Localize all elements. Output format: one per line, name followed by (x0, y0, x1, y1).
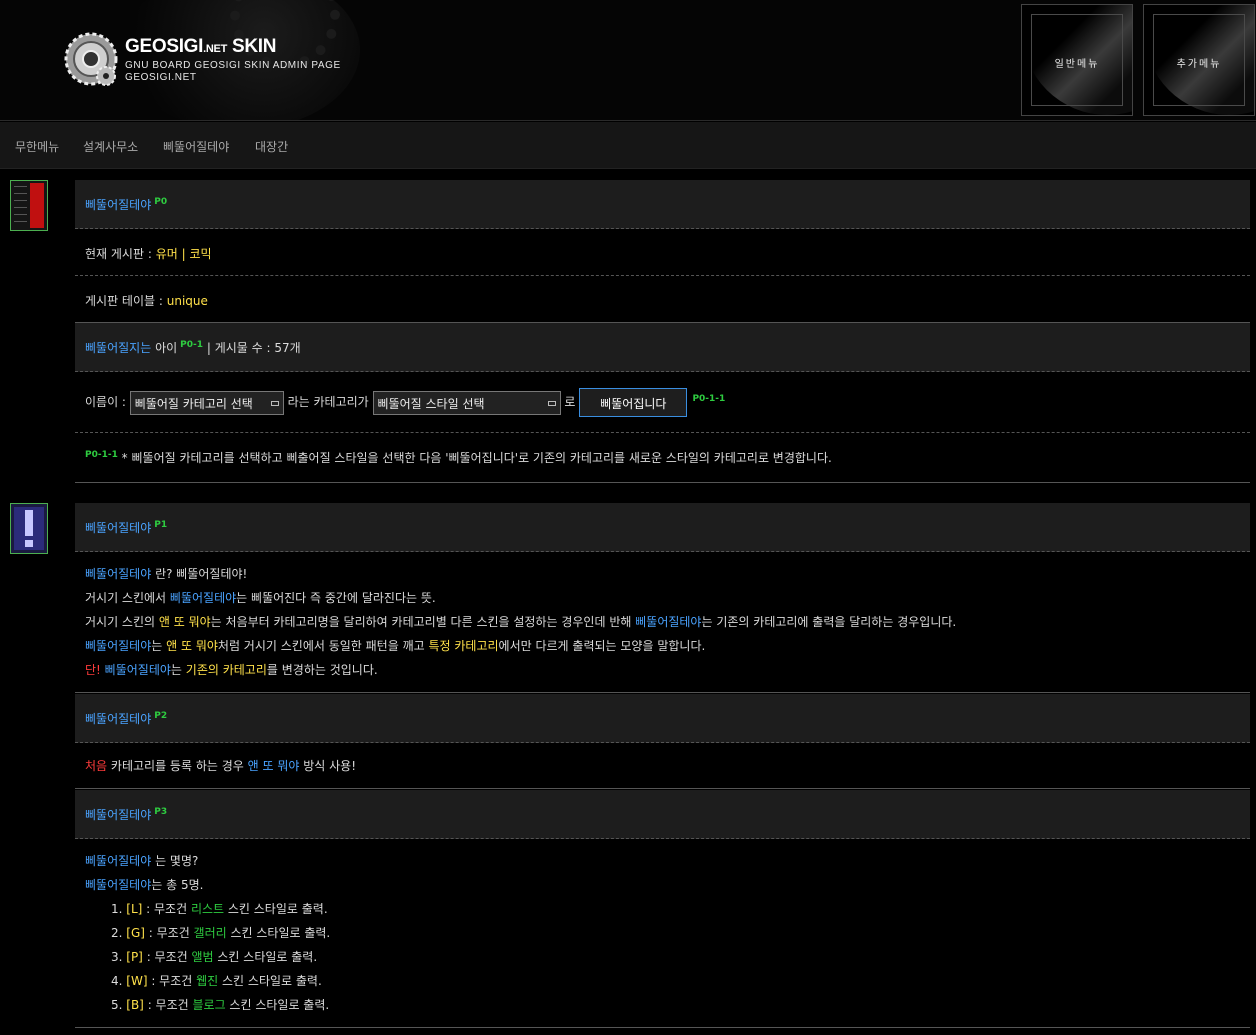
general-menu-button[interactable]: 일반메뉴 (1021, 4, 1133, 116)
style-select[interactable]: 삐뚤어질 스타일 선택 (372, 390, 561, 415)
section-red-bars-icon (10, 180, 48, 231)
form-badge: P0-1-1 (692, 394, 726, 404)
section-p2-header: 삐뚤어질테야 P2 (75, 694, 1250, 743)
p1-line-5: 단! 삐뚤어질테야는 기존의 카테고리를 변경하는 것입니다. (85, 663, 378, 677)
section-p1-header: 삐뚤어질테야 P1 (75, 503, 1250, 552)
crooked-kids-label: 삐뚤어질지는 (85, 341, 152, 355)
main-nav: 무한메뉴 설계사무소 삐뚤어질테야 대장간 (0, 122, 1256, 169)
section-p1-badge: P1 (154, 520, 168, 530)
help-row: P0-1-1 * 삐뚤어질 카테고리를 선택하고 삐출어질 스타일을 선택한 다… (75, 433, 1250, 483)
section-p0-header: 삐뚤어질테야 P0 (75, 180, 1250, 229)
post-count-header: 삐뚤어질지는 아이 P0-1 | 게시물 수 : 57개 (75, 323, 1250, 372)
section-p0: 삐뚤어질테야 P0 현재 게시판 : 유머 | 코믹 게시판 테이블 : uniq… (75, 180, 1250, 483)
section-p0-badge: P0 (154, 197, 168, 207)
post-count-badge: P0-1 (180, 340, 204, 350)
section-p0-title: 삐뚤어질테야 (85, 198, 152, 212)
section-p3-badge: P3 (154, 807, 168, 817)
skin-style-list: 1. [L] : 무조건 리스트 스킨 스타일로 출력. 2. [G] : 무조… (85, 897, 1240, 1017)
section-p2-body: 처음 카테고리를 등록 하는 경우 앤 또 뭐야 방식 사용! (75, 743, 1250, 789)
site-header: GEOSIGI.NET SKIN GNU BOARD GEOSIGI SKIN … (0, 0, 1256, 121)
crooked-submit-button[interactable]: 삐뚤어집니다 (579, 388, 688, 417)
post-count: | 게시물 수 : 57개 (203, 341, 301, 355)
help-text: * 삐뚤어질 카테고리를 선택하고 삐출어질 스타일을 선택한 다음 '삐뚤어집… (117, 451, 832, 465)
chevron-down-icon (547, 400, 556, 406)
section-p3-title: 삐뚤어질테야 (85, 808, 152, 822)
p3-line-1: 삐뚤어질테야 는 몇명? (85, 854, 199, 868)
nav-item-crooked[interactable]: 삐뚤어질테야 (163, 138, 229, 155)
board-table-value: unique (166, 294, 208, 308)
list-item: 2. [G] : 무조건 갤러리 스킨 스타일로 출력. (111, 926, 331, 940)
section-p1: 삐뚤어질테야 P1 삐뚤어질테야 란? 삐뚤어질테야! 거시기 스킨에서 삐뚤어질… (75, 503, 1250, 693)
brand-site: GEOSIGI.NET (125, 72, 197, 83)
p1-line-3: 거시기 스킨의 앤 또 뭐야는 처음부터 카테고리명을 달리하여 카테고리별 다… (85, 615, 957, 629)
section-p1-body: 삐뚤어질테야 란? 삐뚤어질테야! 거시기 스킨에서 삐뚤어질테야는 삐뚤어진다… (75, 552, 1250, 693)
general-menu-label: 일반메뉴 (1054, 59, 1100, 70)
section-p1-title: 삐뚤어질테야 (85, 521, 152, 535)
chevron-down-icon (270, 400, 279, 406)
brand-subtitle: GNU BOARD GEOSIGI SKIN ADMIN PAGE (125, 60, 341, 71)
extra-menu-label: 추가메뉴 (1176, 59, 1222, 70)
section-p2-title: 삐뚤어질테야 (85, 712, 152, 726)
nav-item-design-office[interactable]: 설계사무소 (83, 138, 138, 155)
nav-item-infinite-menu[interactable]: 무한메뉴 (15, 138, 59, 155)
extra-menu-button[interactable]: 추가메뉴 (1143, 4, 1255, 116)
crooked-form-row: 이름이 : 삐뚤어질 카테고리 선택 라는 카테고리가 삐뚤어질 스타일 선택 … (75, 372, 1250, 433)
name-label: 이름이 : (85, 395, 130, 409)
list-item: 5. [B] : 무조건 블로그 스킨 스타일로 출력. (111, 998, 330, 1012)
help-badge: P0-1-1 (85, 450, 118, 460)
p1-line-4: 삐뚤어질테야는 앤 또 뭐야처럼 거시기 스킨에서 동일한 패턴을 깨고 특정 … (85, 639, 706, 653)
category-mid-label: 라는 카테고리가 (283, 395, 373, 409)
list-item: 4. [W] : 무조건 웹진 스킨 스타일로 출력. (111, 974, 322, 988)
list-item: 1. [L] : 무조건 리스트 스킨 스타일로 출력. (111, 902, 328, 916)
section-p3-header: 삐뚤어질테야 P3 (75, 790, 1250, 839)
current-board-label: 현재 게시판 : (85, 247, 156, 261)
p3-line-2: 삐뚤어질테야는 총 5명. (85, 878, 204, 892)
list-item: 3. [P] : 무조건 앨범 스킨 스타일로 출력. (111, 950, 318, 964)
brand-block[interactable]: GEOSIGI.NET SKIN GNU BOARD GEOSIGI SKIN … (125, 36, 341, 83)
gear-logo-icon[interactable] (62, 30, 120, 88)
current-board-value[interactable]: 유머 | 코믹 (156, 247, 212, 261)
current-board-row: 현재 게시판 : 유머 | 코믹 (75, 229, 1250, 276)
category-select[interactable]: 삐뚤어질 카테고리 선택 (129, 390, 284, 415)
brand-title: GEOSIGI.NET SKIN (125, 36, 277, 57)
p1-line-1: 삐뚤어질테야 란? 삐뚤어질테야! (85, 567, 248, 581)
p1-line-2: 거시기 스킨에서 삐뚤어질테야는 삐뚤어진다 즉 중간에 달라진다는 뜻. (85, 591, 436, 605)
board-table-row: 게시판 테이블 : unique (75, 276, 1250, 323)
to-label: 로 (560, 395, 580, 409)
section-p3-body: 삐뚤어질테야 는 몇명? 삐뚤어질테야는 총 5명. 1. [L] : 무조건 … (75, 839, 1250, 1028)
section-p3: 삐뚤어질테야 P3 삐뚤어질테야 는 몇명? 삐뚤어질테야는 총 5명. 1. [… (75, 790, 1250, 1028)
section-p2: 삐뚤어질테야 P2 처음 카테고리를 등록 하는 경우 앤 또 뭐야 방식 사용! (75, 694, 1250, 789)
section-alert-icon (10, 503, 48, 554)
nav-item-smithy[interactable]: 대장간 (255, 138, 288, 155)
board-table-label: 게시판 테이블 : (85, 294, 167, 308)
section-p2-badge: P2 (154, 711, 168, 721)
